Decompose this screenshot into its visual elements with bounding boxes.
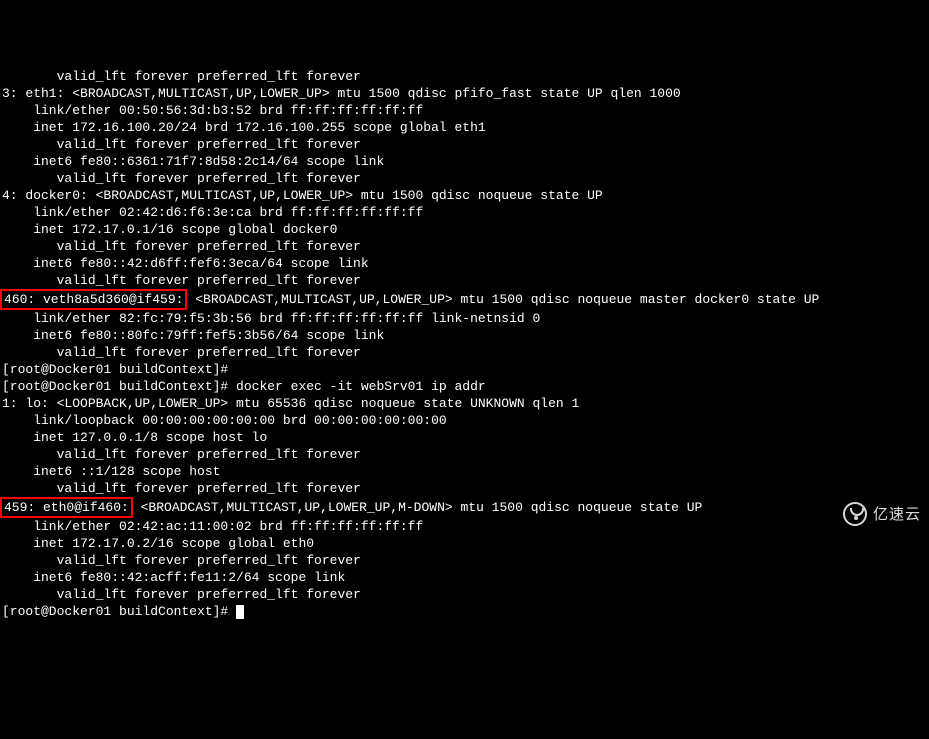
terminal-line: inet6 fe80::42:acff:fe11:2/64 scope link [2, 569, 927, 586]
terminal-line: valid_lft forever preferred_lft forever [2, 344, 927, 361]
terminal-line: inet 172.17.0.2/16 scope global eth0 [2, 535, 927, 552]
cursor [236, 605, 244, 619]
terminal-line: inet6 fe80::42:d6ff:fef6:3eca/64 scope l… [2, 255, 927, 272]
highlighted-interface: 459: eth0@if460: [0, 497, 133, 518]
terminal-line: link/ether 02:42:d6:f6:3e:ca brd ff:ff:f… [2, 204, 927, 221]
cloud-icon [843, 502, 867, 526]
terminal-line: 4: docker0: <BROADCAST,MULTICAST,UP,LOWE… [2, 187, 927, 204]
terminal-line: 459: eth0@if460: <BROADCAST,MULTICAST,UP… [2, 497, 927, 518]
terminal-line: valid_lft forever preferred_lft forever [2, 170, 927, 187]
terminal-line: valid_lft forever preferred_lft forever [2, 480, 927, 497]
terminal-line: 3: eth1: <BROADCAST,MULTICAST,UP,LOWER_U… [2, 85, 927, 102]
terminal-line: inet 127.0.0.1/8 scope host lo [2, 429, 927, 446]
terminal-line: valid_lft forever preferred_lft forever [2, 552, 927, 569]
terminal-line: valid_lft forever preferred_lft forever [2, 136, 927, 153]
terminal-line: inet 172.17.0.1/16 scope global docker0 [2, 221, 927, 238]
terminal-line: valid_lft forever preferred_lft forever [2, 68, 927, 85]
watermark: 亿速云 [843, 502, 921, 526]
terminal-line: link/ether 00:50:56:3d:b3:52 brd ff:ff:f… [2, 102, 927, 119]
terminal-line: [root@Docker01 buildContext]# docker exe… [2, 378, 927, 395]
terminal-line: [root@Docker01 buildContext]# [2, 361, 927, 378]
terminal-line: inet 172.16.100.20/24 brd 172.16.100.255… [2, 119, 927, 136]
terminal-line: valid_lft forever preferred_lft forever [2, 238, 927, 255]
terminal-line: link/ether 82:fc:79:f5:3b:56 brd ff:ff:f… [2, 310, 927, 327]
terminal-line: valid_lft forever preferred_lft forever [2, 586, 927, 603]
terminal-line: link/loopback 00:00:00:00:00:00 brd 00:0… [2, 412, 927, 429]
terminal-line: [root@Docker01 buildContext]# [2, 603, 927, 620]
terminal-line: inet6 fe80::6361:71f7:8d58:2c14/64 scope… [2, 153, 927, 170]
highlighted-interface: 460: veth8a5d360@if459: [0, 289, 187, 310]
terminal-line: valid_lft forever preferred_lft forever [2, 446, 927, 463]
terminal-output[interactable]: valid_lft forever preferred_lft forever3… [0, 68, 929, 620]
terminal-line: inet6 ::1/128 scope host [2, 463, 927, 480]
terminal-line: 1: lo: <LOOPBACK,UP,LOWER_UP> mtu 65536 … [2, 395, 927, 412]
terminal-line: inet6 fe80::80fc:79ff:fef5:3b56/64 scope… [2, 327, 927, 344]
terminal-line: valid_lft forever preferred_lft forever [2, 272, 927, 289]
terminal-line: 460: veth8a5d360@if459: <BROADCAST,MULTI… [2, 289, 927, 310]
terminal-line: link/ether 02:42:ac:11:00:02 brd ff:ff:f… [2, 518, 927, 535]
watermark-text: 亿速云 [873, 506, 921, 523]
